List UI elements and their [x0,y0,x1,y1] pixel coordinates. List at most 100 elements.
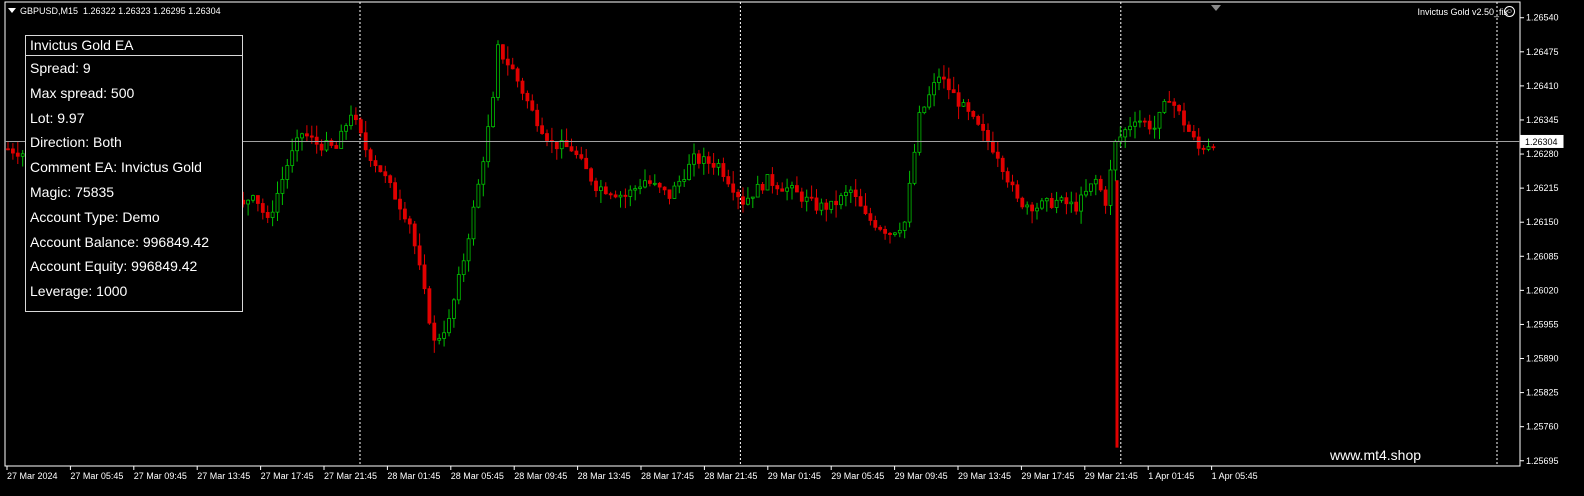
candle-body [927,94,932,108]
candle-body [633,188,638,191]
candle-body [1079,194,1083,212]
candle-body [358,119,363,134]
candle-body [638,186,642,189]
candle-body [412,223,417,247]
candle-body [1089,183,1093,192]
candle-body [736,191,740,198]
candle-body [971,111,976,117]
candle-body [1142,120,1147,123]
panel-row-max-spread: Max spread: 500 [30,84,135,101]
candle-body [368,149,373,161]
candle-body [1054,199,1059,208]
candle-body [961,102,966,107]
candle-body [1000,157,1005,172]
candle-body [662,186,667,191]
candle-body [1113,140,1118,171]
candle-body [922,106,927,114]
candle-body [628,189,633,197]
candle-body [746,197,750,205]
chevron-down-icon[interactable] [8,8,16,13]
candle-body [378,165,383,173]
candle-body [515,68,520,82]
x-axis-label: 29 Mar 01:45 [768,471,821,481]
panel-row-leverage: Leverage: 1000 [30,283,128,300]
candle-body [677,180,682,187]
candle-body [15,152,20,157]
candle-body [270,211,275,218]
candle-body [584,157,589,170]
candle-body [657,182,662,188]
candle-body [388,175,393,184]
candle-body [731,183,736,193]
x-axis-label: 27 Mar 2024 [7,471,58,481]
candle-body [407,218,412,225]
candle-body [1147,120,1152,130]
candle-body [486,126,491,163]
candle-body [888,232,892,235]
ohlc-values: 1.26322 1.26323 1.26295 1.26304 [83,6,221,16]
chart-shift-marker-icon[interactable] [1211,5,1221,11]
candle-body [466,238,471,262]
candle-body [525,92,530,102]
candle-body [1167,100,1172,103]
candle-body [687,163,691,180]
candle-body [951,89,956,94]
chart-header: GBPUSD,M15 1.26322 1.26323 1.26295 1.263… [8,6,221,16]
x-axis-label: 27 Mar 09:45 [134,471,187,481]
candle-body [726,176,731,185]
y-axis-label: 1.26345 [1526,115,1559,125]
candle-body [804,196,809,202]
x-axis-label: 29 Mar 21:45 [1085,471,1138,481]
candle-body [750,196,755,199]
candle-body [603,186,608,195]
candle-body [300,133,304,139]
y-axis-label: 1.26280 [1526,149,1559,159]
candle-body [1103,189,1108,206]
x-axis-label: 28 Mar 01:45 [387,471,440,481]
candle-body [878,226,883,230]
x-axis-label: 27 Mar 17:45 [261,471,314,481]
candle-body [1162,100,1167,113]
panel-row-magic: Magic: 75835 [30,183,115,200]
candle-body [932,82,936,96]
x-axis-label: 29 Mar 09:45 [895,471,948,481]
candle-body [1098,178,1103,191]
candle-body [917,112,922,153]
panel-row-spread: Spread: 9 [30,60,91,76]
y-axis-label: 1.25760 [1526,422,1559,432]
candle-body [1152,127,1157,130]
candle-body [373,160,378,167]
candle-body [839,195,843,206]
candle-body [643,180,647,188]
candle-body [349,114,353,127]
candle-body [912,151,917,184]
candle-body [461,260,466,275]
candle-body [599,186,603,192]
candle-body [275,192,280,213]
candle-body [265,212,270,218]
candle-body [344,125,349,132]
candle-body [858,196,863,207]
candle-body [1044,198,1049,202]
x-axis-label: 29 Mar 05:45 [831,471,884,481]
candle-body [937,76,941,83]
candle-body [1133,121,1137,127]
candle-body [1015,184,1020,199]
candle-body [1211,146,1216,149]
current-price-label: 1.26304 [1525,137,1558,147]
expert-advisor-label: Invictus Gold v2.50_fix [1417,7,1508,17]
candle-body [966,102,971,112]
x-axis-label: 1 Apr 05:45 [1212,471,1258,481]
y-axis-label: 1.26475 [1526,47,1559,57]
candle-body [246,199,251,205]
candle-body [1108,169,1113,206]
candle-body [863,205,868,215]
candle-body [907,182,912,223]
candle-body [986,130,990,142]
smiley-icon[interactable]: ☺ [1504,6,1515,17]
y-axis-label: 1.26085 [1526,251,1559,261]
candle-body [574,150,579,156]
candle-body [491,97,496,128]
candle-body [873,220,878,228]
candle-body [251,195,255,201]
